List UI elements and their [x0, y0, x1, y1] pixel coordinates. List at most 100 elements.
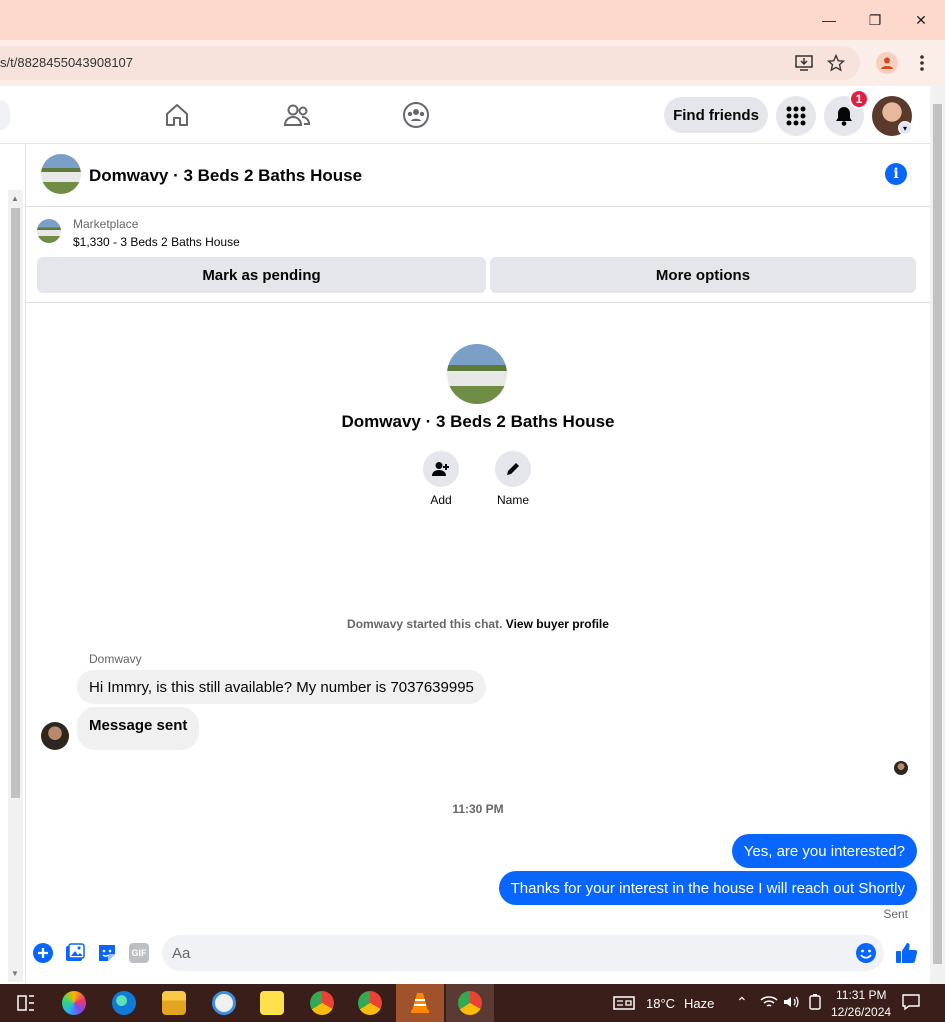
clock-date[interactable]: 12/26/2024	[831, 1005, 891, 1019]
close-icon: ✕	[915, 11, 927, 28]
wifi-icon[interactable]	[760, 993, 780, 1013]
add-person-icon	[432, 462, 449, 476]
incoming-message[interactable]: Hi Immry, is this still available? My nu…	[77, 670, 486, 704]
name-chat-action[interactable]: Name	[483, 451, 543, 507]
install-app-icon[interactable]	[794, 53, 814, 73]
grid-icon	[786, 106, 806, 126]
search-field-edge[interactable]	[0, 100, 10, 130]
browser-menu-icon[interactable]	[912, 52, 932, 74]
view-buyer-profile-link[interactable]: View buyer profile	[506, 617, 609, 631]
more-options-button[interactable]: More options	[490, 257, 916, 293]
scroll-down-icon[interactable]: ▼	[11, 969, 19, 978]
chevron-up-icon[interactable]: ⌃	[736, 994, 748, 1011]
message-text: Thanks for your interest in the house I …	[510, 879, 905, 897]
url-text: s/t/8828455043908107	[0, 55, 134, 70]
listing-title[interactable]: $1,330 - 3 Beds 2 Baths House	[73, 235, 240, 249]
photo-icon	[66, 943, 85, 961]
like-button[interactable]	[894, 940, 920, 966]
vlc-taskbar-item[interactable]	[396, 984, 444, 1022]
chevron-down-icon[interactable]: ▾	[898, 121, 912, 135]
add-label: Add	[430, 493, 452, 507]
add-people-action[interactable]: Add	[411, 451, 471, 507]
sticker-button[interactable]	[96, 942, 118, 964]
chrome-profile-icon[interactable]	[358, 991, 382, 1015]
message-text: Yes, are you interested?	[743, 842, 905, 860]
gif-button[interactable]: GIF	[128, 942, 150, 964]
close-button[interactable]: ✕	[898, 6, 944, 34]
weather-temperature[interactable]: 18°C	[646, 996, 675, 1011]
chat-list-scrollbar[interactable]: ▲ ▼	[8, 190, 23, 982]
scroll-up-icon[interactable]: ▲	[11, 194, 19, 203]
pencil-icon	[507, 463, 519, 475]
message-text: Message sent	[89, 717, 188, 734]
notification-badge: 1	[849, 89, 869, 109]
menu-grid-button[interactable]	[776, 96, 816, 136]
paint-icon[interactable]	[212, 991, 236, 1015]
browser-titlebar: — ❐ ✕	[0, 0, 945, 40]
task-view-icon[interactable]	[14, 991, 38, 1015]
outgoing-message[interactable]: Yes, are you interested?	[731, 834, 917, 868]
message-input[interactable]	[162, 935, 884, 971]
emoji-button[interactable]	[855, 942, 877, 964]
friends-icon[interactable]	[282, 100, 312, 130]
browser-profile-icon[interactable]	[876, 52, 898, 74]
thumbs-up-icon	[896, 943, 918, 963]
bell-icon	[836, 107, 852, 126]
minimize-icon: —	[822, 12, 836, 28]
emoji-icon	[856, 943, 876, 963]
sticker-icon	[99, 945, 115, 961]
vlc-icon	[411, 993, 429, 1013]
more-actions-button[interactable]	[32, 942, 54, 964]
attach-media-button[interactable]	[64, 942, 86, 964]
restore-icon: ❐	[868, 11, 882, 28]
chat-intro-avatar	[447, 344, 507, 404]
marketplace-label: Marketplace	[73, 217, 139, 231]
started-text: Domwavy started this chat.	[347, 617, 503, 631]
battery-icon[interactable]	[806, 993, 826, 1013]
omnibox[interactable]: s/t/8828455043908107	[0, 46, 860, 80]
plus-circle-icon	[33, 943, 53, 963]
chat-list-scrollbar-thumb[interactable]	[11, 208, 20, 798]
page-scrollbar-thumb[interactable]	[933, 104, 942, 964]
minimize-button[interactable]: —	[806, 6, 852, 34]
listing-thumbnail[interactable]	[37, 219, 61, 243]
incoming-message[interactable]: Message sent	[77, 707, 200, 750]
bookmark-star-icon[interactable]	[826, 53, 846, 73]
chrome-active-taskbar-item[interactable]	[446, 984, 494, 1022]
conversation-title[interactable]: Domwavy · 3 Beds 2 Baths House	[89, 166, 362, 186]
conversation-avatar[interactable]	[41, 154, 81, 194]
chrome-active-icon	[458, 991, 482, 1015]
file-explorer-icon[interactable]	[162, 991, 186, 1015]
page-scrollbar[interactable]	[930, 86, 945, 984]
weather-icon[interactable]	[612, 991, 636, 1015]
message-text: Hi Immry, is this still available? My nu…	[89, 678, 474, 696]
sent-status: Sent	[883, 907, 908, 921]
chrome-icon[interactable]	[310, 991, 334, 1015]
buyer-avatar[interactable]	[41, 722, 69, 750]
seen-indicator-avatar	[894, 761, 908, 775]
windows-taskbar: 18°C Haze ⌃ 11:31 PM 12/26/2024	[0, 984, 945, 1022]
sender-name: Domwavy	[89, 652, 142, 666]
name-label: Name	[496, 493, 529, 507]
conversation-header: Domwavy · 3 Beds 2 Baths House i	[26, 144, 930, 207]
clock-time[interactable]: 11:31 PM	[836, 988, 886, 1002]
weather-description[interactable]: Haze	[684, 996, 714, 1011]
chat-intro-title: Domwavy · 3 Beds 2 Baths House	[341, 412, 615, 431]
home-icon[interactable]	[162, 100, 192, 130]
edit-name-button[interactable]	[495, 451, 531, 487]
outgoing-message[interactable]: Thanks for your interest in the house I …	[498, 871, 917, 905]
edge-browser-icon[interactable]	[112, 991, 136, 1015]
sticky-notes-icon[interactable]	[260, 991, 284, 1015]
browser-toolbar: s/t/8828455043908107	[0, 40, 945, 86]
notification-center-icon[interactable]	[902, 993, 922, 1013]
volume-icon[interactable]	[782, 993, 802, 1013]
chat-started-notice: Domwavy started this chat. View buyer pr…	[26, 617, 930, 631]
gif-icon: GIF	[129, 943, 149, 963]
groups-icon[interactable]	[401, 100, 431, 130]
mark-as-pending-button[interactable]: Mark as pending	[37, 257, 486, 293]
copilot-icon[interactable]	[62, 991, 86, 1015]
restore-button[interactable]: ❐	[852, 6, 898, 34]
add-person-button[interactable]	[423, 451, 459, 487]
info-icon[interactable]: i	[885, 163, 907, 185]
find-friends-button[interactable]: Find friends	[664, 97, 768, 133]
